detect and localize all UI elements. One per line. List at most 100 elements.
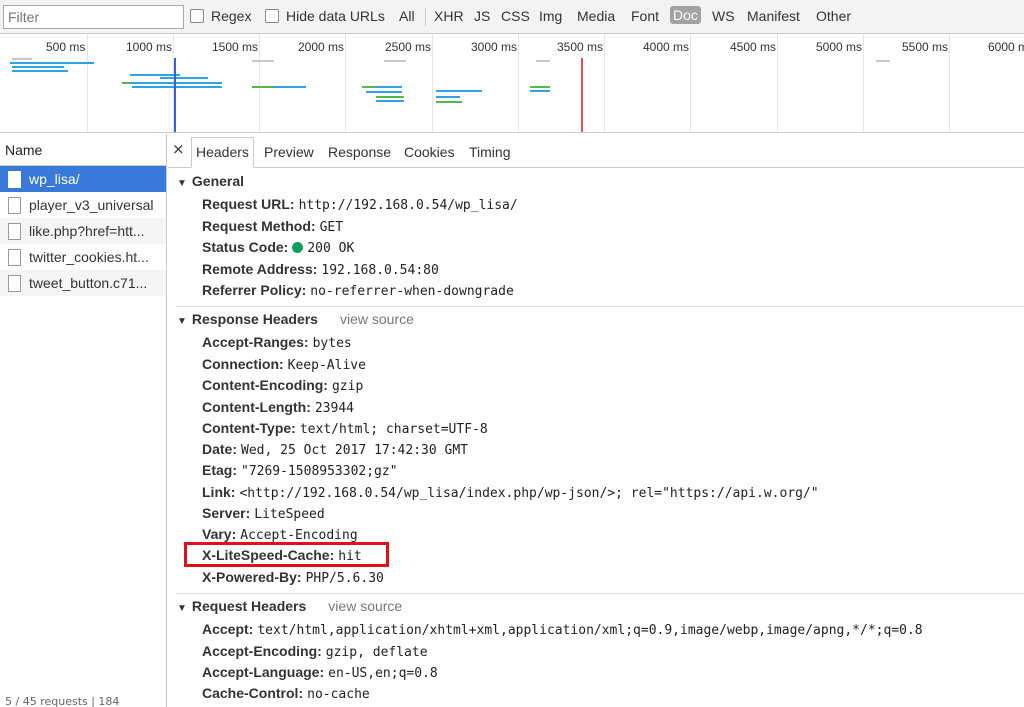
tab-timing[interactable]: Timing [469, 144, 511, 160]
general-section-header[interactable]: ▼ General [177, 173, 244, 189]
overview-request-bar [436, 96, 460, 98]
close-icon[interactable]: × [172, 140, 185, 158]
request-row[interactable]: player_v3_universal [0, 192, 166, 218]
tab-response[interactable]: Response [328, 144, 391, 160]
header-name: Status Code: [202, 239, 289, 255]
header-name: Content-Type: [202, 420, 296, 436]
type-filter-ws[interactable]: WS [712, 8, 735, 24]
type-filter-js[interactable]: JS [474, 8, 490, 24]
detail-tabbar: × Headers Preview Response Cookies Timin… [168, 134, 1024, 168]
overview-tick-label: 500 ms [46, 40, 86, 54]
request-summary-footer: 5 / 45 requests | 184 [5, 695, 120, 707]
type-filter-all[interactable]: All [399, 8, 415, 24]
header-value: no-cache [307, 687, 370, 702]
request-list-panel: Name wp_lisa/ player_v3_universal like.p… [0, 134, 167, 707]
header-name: Referrer Policy: [202, 282, 307, 298]
header-name: Request URL: [202, 196, 295, 212]
type-filter-font[interactable]: Font [631, 8, 659, 24]
header-name: Accept-Ranges: [202, 334, 309, 350]
type-filter-img[interactable]: Img [539, 8, 562, 24]
document-icon [8, 222, 21, 240]
view-source-link[interactable]: view source [328, 598, 402, 614]
header-name: Vary: [202, 526, 237, 542]
overview-request-bar [252, 60, 274, 62]
overview-request-bar [10, 62, 94, 64]
header-name: Accept-Encoding: [202, 643, 322, 659]
overview-tick-label: 1000 ms [126, 40, 173, 54]
header-name: Content-Encoding: [202, 377, 328, 393]
overview-gridline [259, 34, 260, 132]
status-ok-icon [292, 242, 304, 253]
network-overview-timeline[interactable]: 500 ms 1000 ms 1500 ms 2000 ms 2500 ms 3… [0, 34, 1024, 133]
header-value: gzip, deflate [325, 645, 428, 660]
request-name: player_v3_universal [29, 197, 154, 213]
tab-preview[interactable]: Preview [264, 144, 314, 160]
header-row: Date: Wed, 25 Oct 2017 17:42:30 GMT [202, 441, 468, 458]
section-title: General [191, 173, 245, 189]
document-icon [8, 274, 21, 292]
header-value: 23944 [314, 401, 354, 416]
header-row: Vary: Accept-Encoding [202, 526, 358, 543]
type-filter-css[interactable]: CSS [501, 8, 530, 24]
header-name: Accept: [202, 621, 254, 637]
header-name: Server: [202, 505, 251, 521]
header-row: Request URL: http://192.168.0.54/wp_lisa/ [202, 196, 518, 213]
header-value: bytes [312, 336, 352, 351]
header-value: LiteSpeed [254, 507, 325, 522]
overview-request-bar [362, 86, 376, 88]
overview-gridline [432, 34, 433, 132]
overview-gridline [863, 34, 864, 132]
expand-triangle-icon: ▼ [177, 603, 187, 614]
header-value: 192.168.0.54:80 [321, 263, 439, 278]
tab-cookies[interactable]: Cookies [404, 144, 455, 160]
header-row: Cache-Control: no-cache [202, 685, 370, 702]
header-row: Status Code: 200 OK [202, 239, 354, 256]
header-value: GET [319, 220, 344, 235]
overview-tick-label: 3000 ms [471, 40, 518, 54]
request-row[interactable]: wp_lisa/ [0, 166, 166, 192]
view-source-link[interactable]: view source [340, 311, 414, 327]
header-value: Accept-Encoding [240, 528, 358, 543]
section-divider [176, 593, 1024, 594]
header-value: http://192.168.0.54/wp_lisa/ [298, 198, 518, 213]
overview-request-bar [12, 66, 64, 68]
overview-tick-label: 4500 ms [730, 40, 777, 54]
tab-headers[interactable]: Headers [191, 137, 254, 168]
type-filter-xhr[interactable]: XHR [434, 8, 464, 24]
request-headers-section-header[interactable]: ▼ Request Headers view source [177, 598, 402, 614]
type-filter-manifest[interactable]: Manifest [747, 8, 800, 24]
header-name: Cache-Control: [202, 685, 304, 701]
request-row[interactable]: tweet_button.c71... [0, 270, 166, 296]
overview-request-bar [12, 58, 32, 60]
type-filter-media[interactable]: Media [577, 8, 615, 24]
name-column-header[interactable]: Name [0, 134, 166, 166]
overview-request-bar [130, 82, 222, 84]
header-row: Remote Address: 192.168.0.54:80 [202, 261, 439, 278]
hide-data-urls-label: Hide data URLs [286, 8, 385, 24]
overview-request-bar [132, 86, 222, 88]
regex-checkbox[interactable] [190, 9, 204, 23]
request-row[interactable]: like.php?href=htt... [0, 218, 166, 244]
request-name: wp_lisa/ [29, 171, 80, 187]
hide-data-urls-checkbox[interactable] [265, 9, 279, 23]
overview-gridline [690, 34, 691, 132]
load-event-marker [581, 58, 583, 132]
header-value: <http://192.168.0.54/wp_lisa/index.php/w… [239, 486, 819, 501]
overview-gridline [518, 34, 519, 132]
header-name: Link: [202, 484, 236, 500]
header-row: Accept-Encoding: gzip, deflate [202, 643, 428, 660]
type-filter-other[interactable]: Other [816, 8, 851, 24]
filter-input[interactable] [3, 5, 184, 29]
header-name: Etag: [202, 462, 237, 478]
overview-request-bar [530, 90, 550, 92]
type-filter-doc[interactable]: Doc [670, 6, 701, 24]
response-headers-section-header[interactable]: ▼ Response Headers view source [177, 311, 414, 327]
overview-request-bar [536, 60, 550, 62]
request-row[interactable]: twitter_cookies.ht... [0, 244, 166, 270]
overview-request-bar [252, 86, 274, 88]
overview-request-bar [366, 91, 402, 93]
expand-triangle-icon: ▼ [177, 178, 187, 189]
filter-toolbar: Regex Hide data URLs All XHR JS CSS Img … [0, 0, 1024, 34]
regex-label: Regex [211, 8, 252, 24]
header-name: Connection: [202, 356, 284, 372]
